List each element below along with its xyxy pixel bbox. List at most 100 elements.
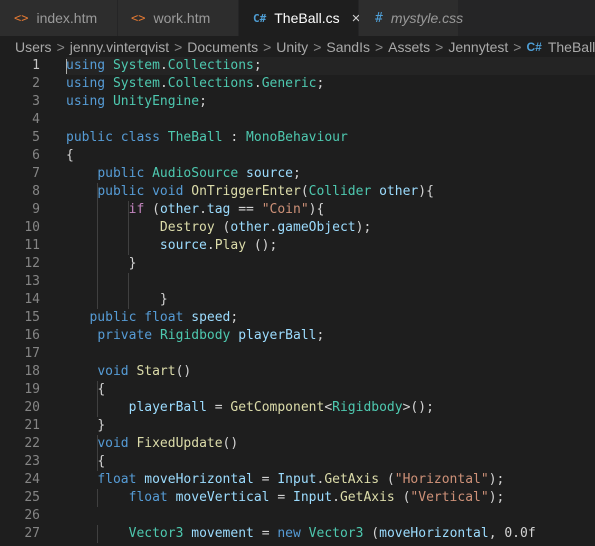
tab-label: TheBall.cs	[274, 10, 340, 26]
breadcrumb-item[interactable]: Documents	[187, 39, 258, 55]
code-line[interactable]: source.Play ();	[66, 237, 595, 255]
code-editor[interactable]: using System.Collections; using System.Co…	[66, 57, 595, 543]
code-line[interactable]: }	[66, 417, 595, 435]
line-number: 7	[32, 166, 40, 181]
line-number: 21	[24, 418, 40, 433]
tab-index-htm[interactable]: <> index.htm	[0, 0, 118, 36]
code-line[interactable]: using UnityEngine;	[66, 93, 595, 111]
line-number: 19	[24, 382, 40, 397]
code-token: ;	[253, 58, 262, 73]
code-token: source	[246, 166, 293, 181]
chevron-right-icon: >	[263, 39, 272, 55]
breadcrumb-item[interactable]: Jennytest	[448, 39, 508, 55]
code-token: ,	[488, 526, 505, 541]
code-token: ){	[418, 184, 434, 199]
code-token: other	[379, 184, 419, 199]
code-line[interactable]: float moveHorizontal = Input.GetAxis ("H…	[66, 471, 595, 489]
line-number: 9	[32, 202, 40, 217]
code-token: Collections	[167, 76, 254, 91]
code-token: Destroy	[159, 220, 215, 235]
code-line[interactable]: void FixedUpdate()	[66, 435, 595, 453]
line-number: 23	[24, 454, 40, 469]
code-token: "Vertical"	[410, 490, 489, 505]
code-line[interactable]	[66, 273, 595, 291]
breadcrumb-item[interactable]: Users	[15, 39, 52, 55]
code-token: movement	[191, 526, 254, 541]
tab-work-htm[interactable]: <> work.htm	[118, 0, 239, 36]
code-token: =	[253, 472, 278, 487]
code-token: (	[394, 490, 411, 505]
csharp-file-icon: C#	[526, 40, 542, 54]
code-line[interactable]	[66, 507, 595, 525]
line-number: 1	[32, 58, 40, 73]
css-file-icon: #	[375, 10, 383, 26]
tab-theball-cs[interactable]: C# TheBall.cs ×	[239, 0, 360, 36]
code-token: UnityEngine	[112, 94, 200, 109]
breadcrumb-item[interactable]: SandIs	[326, 39, 370, 55]
code-token: (	[300, 184, 309, 199]
code-line[interactable]: public void OnTriggerEnter(Collider othe…	[66, 183, 595, 201]
breadcrumb-item[interactable]: Unity	[276, 39, 308, 55]
indent-guide	[97, 219, 99, 237]
line-number: 20	[24, 400, 40, 415]
code-token: other	[230, 220, 270, 235]
code-token: =	[269, 490, 293, 505]
code-line[interactable]: if (other.tag == "Coin"){	[66, 201, 595, 219]
code-line[interactable]: }	[66, 291, 595, 309]
indent-guide	[97, 453, 99, 471]
code-token: using	[66, 58, 106, 73]
breadcrumb-item[interactable]: Assets	[388, 39, 430, 55]
code-line[interactable]: Vector3 movement = new Vector3 (moveHori…	[66, 525, 595, 543]
code-token: );	[488, 472, 505, 487]
code-line[interactable]: using System.Collections;	[66, 57, 595, 75]
code-line[interactable]: float moveVertical = Input.GetAxis ("Ver…	[66, 489, 595, 507]
code-line[interactable]: private Rigidbody playerBall;	[66, 327, 595, 345]
code-line[interactable]: public float speed;	[66, 309, 595, 327]
indent-guide	[128, 201, 130, 219]
code-line[interactable]: void Start()	[66, 363, 595, 381]
code-token: AudioSource	[152, 166, 239, 181]
code-line[interactable]: public class TheBall : MonoBehaviour	[66, 129, 595, 147]
code-token: moveVertical	[175, 490, 270, 505]
code-token: );	[355, 220, 372, 235]
code-line[interactable]: {	[66, 147, 595, 165]
line-number: 25	[24, 490, 40, 505]
code-token: using	[66, 76, 106, 91]
indent-guide	[97, 291, 99, 309]
code-token: .	[199, 202, 207, 217]
indent-guide	[128, 273, 130, 291]
code-line[interactable]: {	[66, 453, 595, 471]
tab-mystyle-css[interactable]: # mystyle.css	[359, 0, 463, 36]
breadcrumb-item[interactable]: jenny.vinterqvist	[70, 39, 169, 55]
breadcrumb-file[interactable]: TheBall.cs	[548, 39, 595, 55]
code-line[interactable]	[66, 345, 595, 363]
code-line[interactable]: Destroy (other.gameObject);	[66, 219, 595, 237]
code-token: {	[66, 148, 74, 163]
indent-guide	[128, 237, 130, 255]
code-line[interactable]: using System.Collections.Generic;	[66, 75, 595, 93]
chevron-right-icon: >	[174, 39, 183, 55]
code-line[interactable]: }	[66, 255, 595, 273]
code-line[interactable]: playerBall = GetComponent<Rigidbody>();	[66, 399, 595, 417]
csharp-file-icon: C#	[253, 11, 267, 25]
code-token: GetAxis	[324, 472, 380, 487]
code-token: ){	[308, 202, 325, 217]
code-line[interactable]: public AudioSource source;	[66, 165, 595, 183]
code-token: void	[97, 436, 129, 451]
code-line[interactable]: {	[66, 381, 595, 399]
code-token: Collections	[167, 58, 254, 73]
code-line[interactable]	[66, 111, 595, 129]
code-token: System	[112, 76, 160, 91]
